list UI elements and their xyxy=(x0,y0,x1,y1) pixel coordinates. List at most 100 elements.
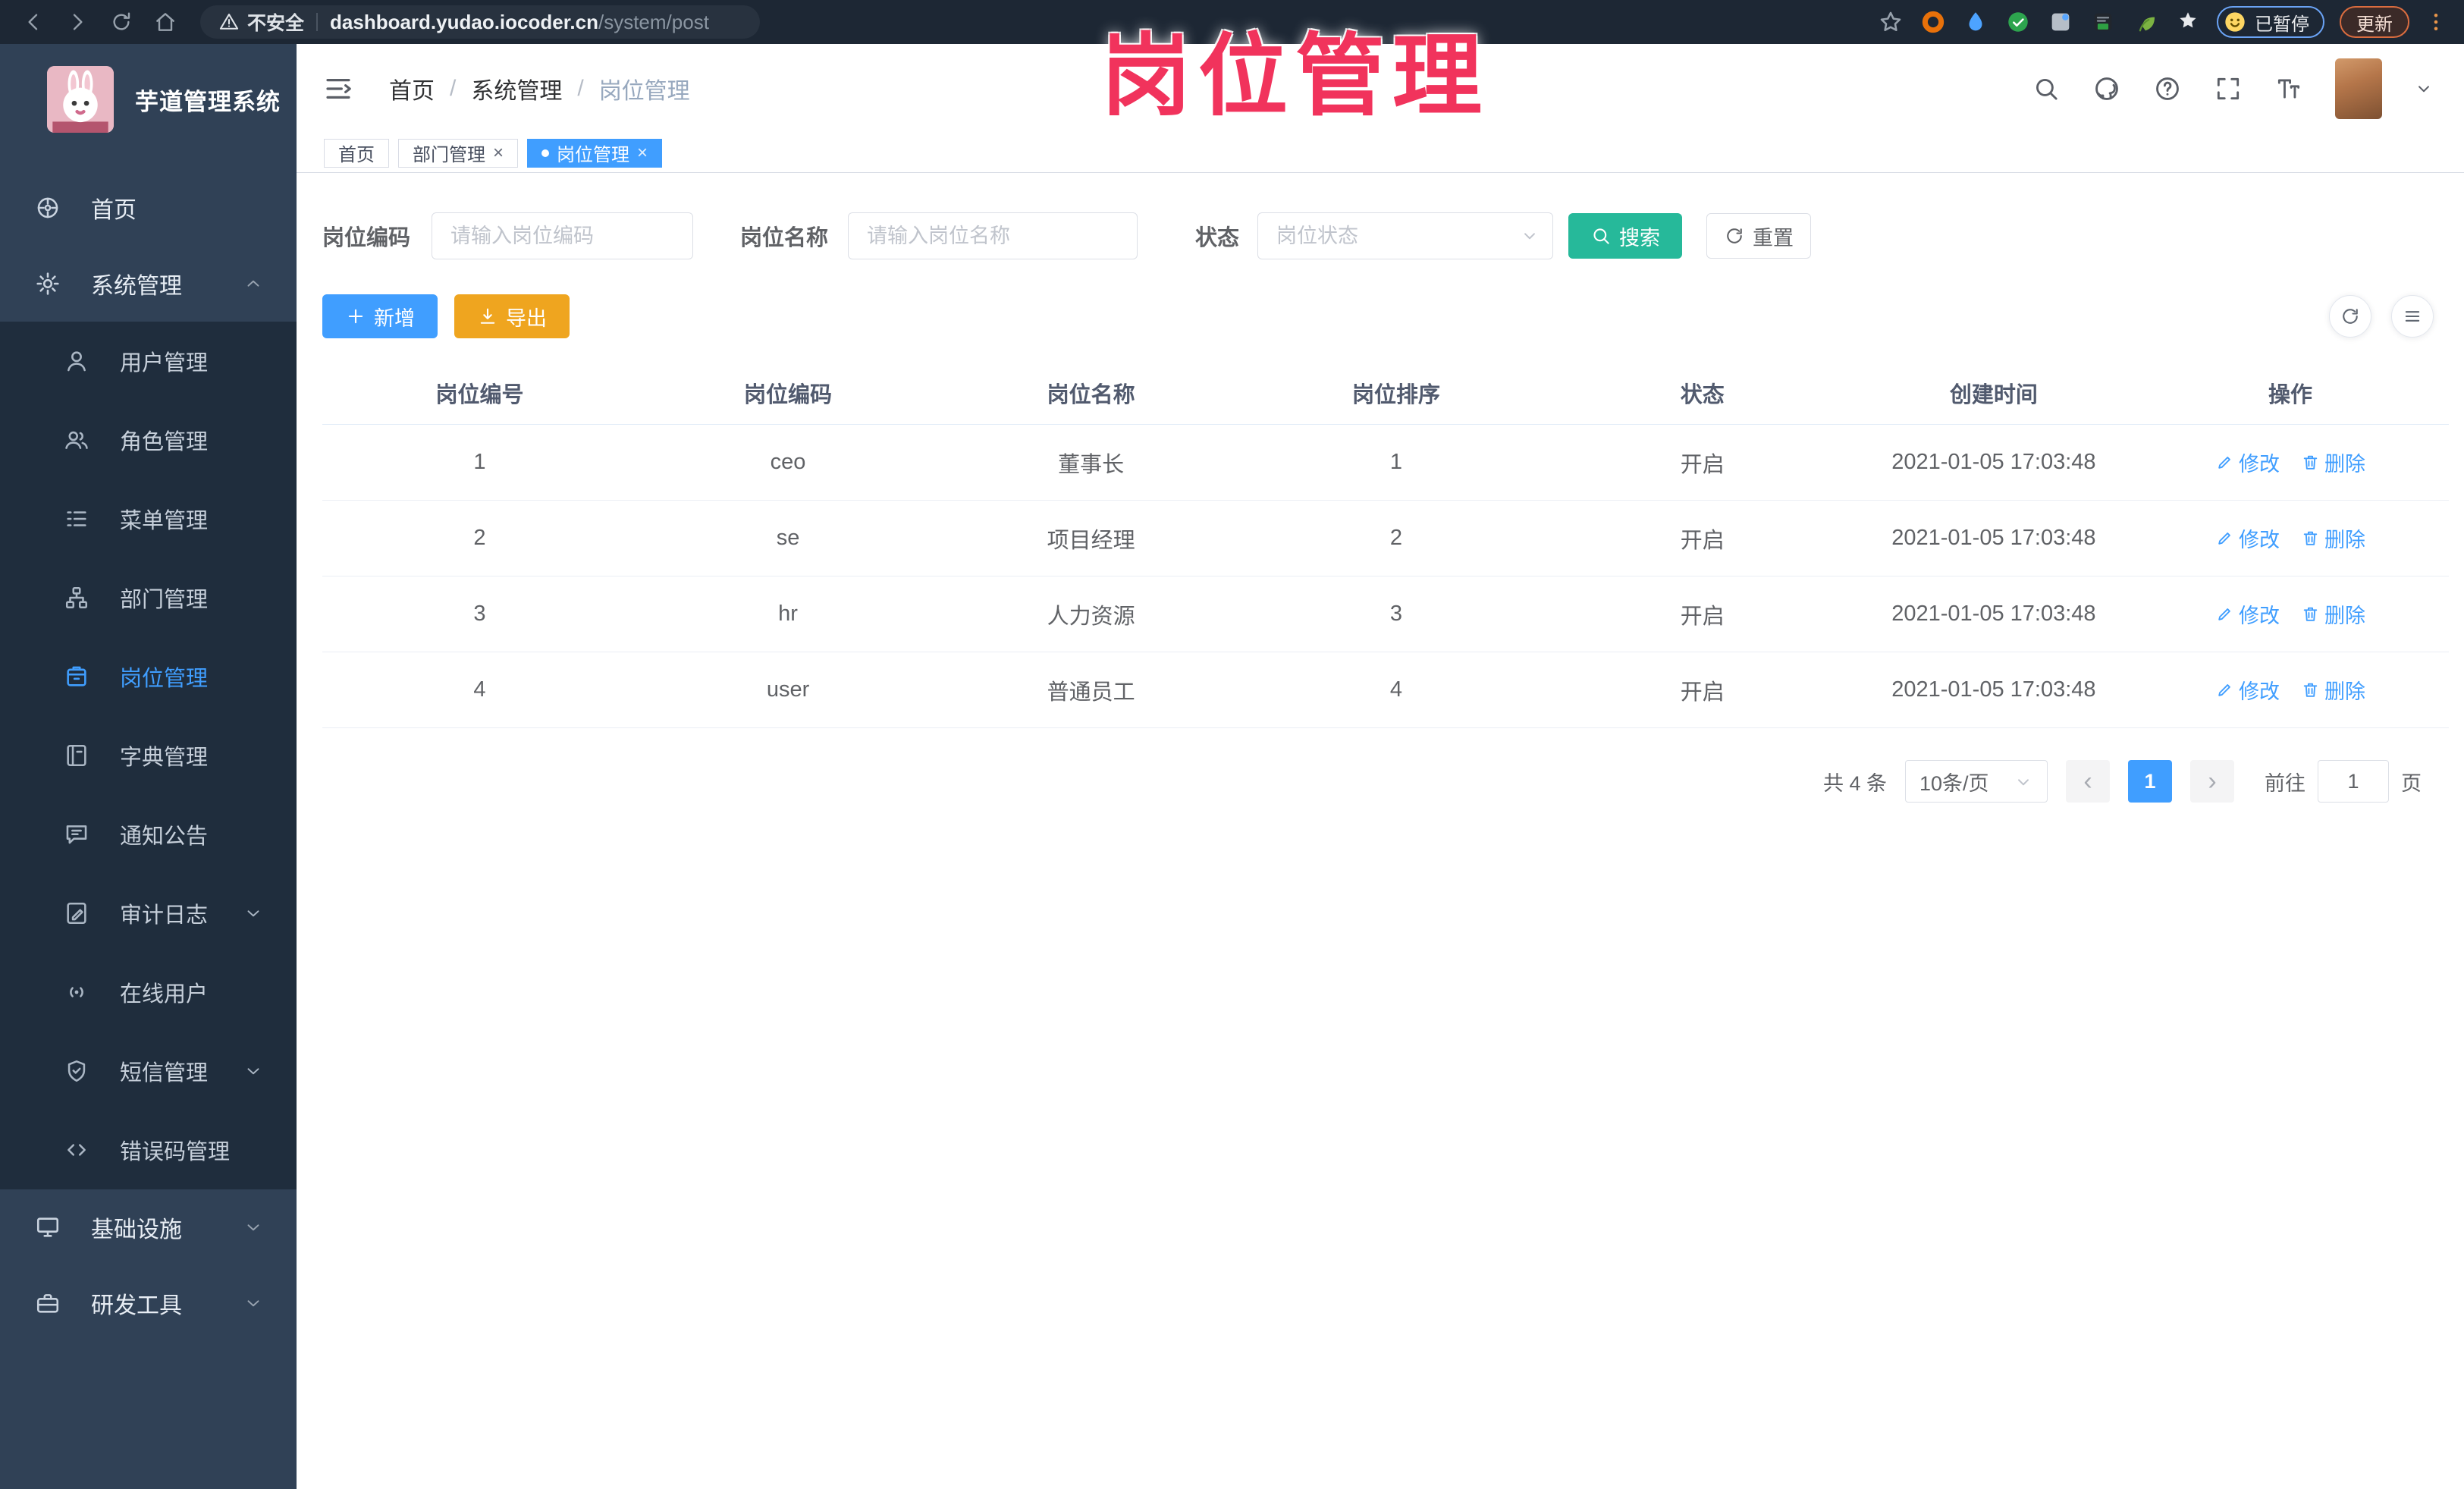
goto-page-input[interactable] xyxy=(2318,760,2389,803)
table-body: 1 ceo 董事长 1 开启 2021-01-05 17:03:48 修改 删除 2 se 项目经理… xyxy=(322,425,2449,728)
bookmark-star-icon[interactable] xyxy=(1877,8,1904,36)
edit-link[interactable]: 修改 xyxy=(2215,599,2280,629)
github-icon[interactable] xyxy=(2092,74,2121,103)
current-page-button[interactable]: 1 xyxy=(2128,760,2172,803)
search-button-label: 搜索 xyxy=(1619,226,1661,250)
users-icon xyxy=(64,427,94,453)
column-setting-button[interactable] xyxy=(2391,295,2434,338)
white-star-extension-icon[interactable] xyxy=(2174,8,2202,36)
tab-2[interactable]: 岗位管理 × xyxy=(527,138,663,168)
browser-forward-button[interactable] xyxy=(61,5,94,39)
edit-link[interactable]: 修改 xyxy=(2215,523,2280,553)
sidebar-item-5[interactable]: 部门管理 xyxy=(0,558,297,637)
font-size-icon xyxy=(2277,79,2300,99)
blue-drop-extension-icon[interactable] xyxy=(1962,8,1989,36)
reset-button[interactable]: 重置 xyxy=(1706,213,1812,259)
sidebar-collapse-icon[interactable] xyxy=(322,73,354,105)
next-page-button[interactable]: › xyxy=(2190,760,2234,803)
prev-page-button[interactable]: ‹ xyxy=(2066,760,2110,803)
search-button[interactable]: 搜索 xyxy=(1568,213,1683,259)
cell-id: 1 xyxy=(473,450,486,474)
home-icon xyxy=(156,13,174,31)
status-select[interactable] xyxy=(1257,212,1554,259)
add-button[interactable]: 新增 xyxy=(322,294,438,338)
delete-link[interactable]: 删除 xyxy=(2301,599,2365,629)
sidebar-item-10[interactable]: 在线用户 xyxy=(0,953,297,1032)
breadcrumb-item-1[interactable]: 系统管理 xyxy=(471,72,562,105)
cell-code: user xyxy=(766,677,810,702)
sidebar-item-13[interactable]: 基础设施 xyxy=(0,1189,297,1265)
column-header-5: 创建时间 xyxy=(1949,382,2038,407)
address-bar[interactable]: 不安全 dashboard.yudao.iocoder.cn /system/p… xyxy=(200,5,760,39)
browser-update-button[interactable]: 更新 xyxy=(2340,6,2409,38)
browser-home-button[interactable] xyxy=(149,5,182,39)
plus-icon xyxy=(345,306,366,327)
edit-link[interactable]: 修改 xyxy=(2215,675,2280,705)
download-icon xyxy=(477,306,498,327)
orange-ring-extension-icon[interactable] xyxy=(1919,8,1947,36)
sidebar-item-1[interactable]: 系统管理 xyxy=(0,246,297,322)
status-select-input[interactable] xyxy=(1257,212,1554,259)
table-header-row: 岗位编号 岗位编码 岗位名称 岗位排序 状态 创建时间 操作 xyxy=(322,361,2449,425)
rabbit-logo-icon xyxy=(47,66,114,133)
app-logo[interactable]: 芋道管理系统 xyxy=(0,44,297,137)
browser-reload-button[interactable] xyxy=(105,5,138,39)
chevron-down-icon xyxy=(2014,772,2033,792)
dark-tag-extension-icon[interactable] xyxy=(2089,8,2117,36)
search-icon[interactable] xyxy=(2032,74,2061,103)
sidebar-item-2[interactable]: 用户管理 xyxy=(0,322,297,401)
sidebar-item-6[interactable]: 岗位管理 xyxy=(0,637,297,716)
edit-link[interactable]: 修改 xyxy=(2215,448,2280,477)
table-row: 3 hr 人力资源 3 开启 2021-01-05 17:03:48 修改 删除 xyxy=(322,576,2449,652)
sidebar-item-8[interactable]: 通知公告 xyxy=(0,795,297,874)
fullscreen-icon[interactable] xyxy=(2214,74,2243,103)
tab-0[interactable]: 首页 xyxy=(324,138,389,168)
browser-menu-icon[interactable] xyxy=(2425,8,2447,36)
ext-green-check xyxy=(2008,12,2028,32)
column-header-1: 岗位编码 xyxy=(744,382,833,407)
refresh-icon xyxy=(2343,309,2358,324)
table-row: 2 se 项目经理 2 开启 2021-01-05 17:03:48 修改 删除 xyxy=(322,501,2449,576)
sidebar-item-0[interactable]: 首页 xyxy=(0,170,297,246)
tab-close-icon[interactable]: × xyxy=(493,143,504,162)
paused-badge[interactable]: 已暂停 xyxy=(2217,6,2324,38)
font-size-icon[interactable] xyxy=(2274,74,2303,103)
sidebar-item-14[interactable]: 研发工具 xyxy=(0,1265,297,1341)
green-leaf-extension-icon[interactable] xyxy=(2132,8,2159,36)
sidebar-item-12[interactable]: 错误码管理 xyxy=(0,1110,297,1189)
tab-close-icon[interactable]: × xyxy=(637,143,648,162)
delete-link[interactable]: 删除 xyxy=(2301,675,2365,705)
gray-grid-extension-icon[interactable] xyxy=(2047,8,2074,36)
sidebar-item-3[interactable]: 角色管理 xyxy=(0,401,297,479)
browser-back-button[interactable] xyxy=(17,5,50,39)
sidebar-item-label: 在线用户 xyxy=(120,982,209,1007)
cell-sort: 4 xyxy=(1389,677,1403,702)
sidebar-item-4[interactable]: 菜单管理 xyxy=(0,479,297,558)
delete-link[interactable]: 删除 xyxy=(2301,448,2365,477)
post-code-input[interactable] xyxy=(432,212,694,259)
user-avatar[interactable] xyxy=(2335,58,2382,119)
sidebar-item-9[interactable]: 审计日志 xyxy=(0,874,297,953)
help-icon[interactable] xyxy=(2153,74,2182,103)
delete-link[interactable]: 删除 xyxy=(2301,523,2365,553)
cell-name: 董事长 xyxy=(1058,452,1125,477)
tab-label: 首页 xyxy=(338,145,375,165)
table-refresh-button[interactable] xyxy=(2329,295,2371,338)
plus-icon xyxy=(348,309,363,324)
green-check-extension-icon[interactable] xyxy=(2004,8,2032,36)
sidebar-item-7[interactable]: 字典管理 xyxy=(0,716,297,795)
sidebar-item-11[interactable]: 短信管理 xyxy=(0,1032,297,1110)
add-button-label: 新增 xyxy=(374,306,415,330)
avatar-caret-icon[interactable] xyxy=(2414,79,2434,99)
trash-icon xyxy=(2303,531,2318,545)
export-button[interactable]: 导出 xyxy=(454,294,570,338)
page-size-select[interactable]: 10条/页 xyxy=(1905,760,2048,803)
browser-extensions-area: 已暂停 更新 xyxy=(1877,6,2447,38)
breadcrumb-item-0[interactable]: 首页 xyxy=(389,72,435,105)
post-name-input[interactable] xyxy=(848,212,1138,259)
tab-1[interactable]: 部门管理 × xyxy=(398,138,519,168)
cell-sort: 1 xyxy=(1389,450,1403,474)
smiley-icon xyxy=(2225,12,2245,32)
cell-created: 2021-01-05 17:03:48 xyxy=(1891,526,2096,550)
dashboard-icon xyxy=(35,195,65,221)
